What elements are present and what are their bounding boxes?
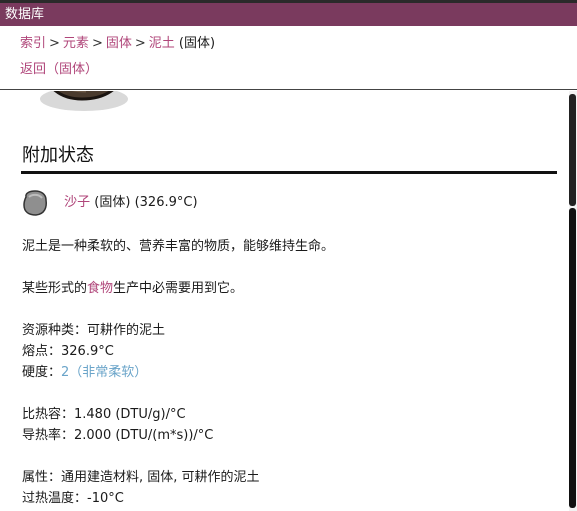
breadcrumb-solids-link[interactable]: 固体	[106, 36, 132, 51]
section-divider	[21, 171, 557, 174]
scrollbar-upper[interactable]	[569, 94, 576, 206]
state-phase: (固体)	[94, 195, 131, 210]
dirt-element-image	[40, 91, 128, 111]
melting-point: 熔点：326.9°C	[22, 344, 114, 359]
breadcrumb-dirt-link[interactable]: 泥土	[149, 36, 175, 51]
specific-heat: 比热容：1.480 (DTU/g)/°C	[22, 407, 186, 422]
state-temperature: (326.9°C)	[134, 195, 198, 210]
breadcrumb-separator: >	[134, 36, 146, 51]
description-line-1: 泥土是一种柔软的、营养丰富的物质，能够维持生命。	[22, 239, 335, 254]
description-prefix: 某些形式的	[22, 281, 88, 296]
scrollbar-thumb[interactable]	[569, 208, 576, 508]
hardness-row: 硬度：2（非常柔软）	[22, 362, 147, 383]
state-row: 沙子 (固体) (326.9°C)	[22, 189, 198, 218]
food-link[interactable]: 食物	[87, 281, 113, 296]
breadcrumb-index-link[interactable]: 索引	[20, 36, 46, 51]
breadcrumb-current-suffix: (固体)	[178, 36, 216, 51]
description-suffix: 生产中必需要用到它。	[113, 281, 244, 296]
breadcrumb-separator: >	[91, 36, 103, 51]
sand-link[interactable]: 沙子	[64, 195, 90, 210]
overheat-temperature: 过热温度：-10°C	[22, 491, 124, 506]
sand-icon	[23, 190, 47, 216]
hardness-value: 2（非常柔软）	[61, 365, 148, 380]
resource-type: 资源种类：可耕作的泥土	[22, 323, 166, 338]
breadcrumb: 索引 > 元素 > 固体 > 泥土 (固体)	[20, 35, 215, 53]
back-link[interactable]: 返回（固体）	[20, 61, 98, 79]
section-title: 附加状态	[22, 145, 94, 166]
breadcrumb-separator: >	[49, 36, 60, 51]
breadcrumb-elements-link[interactable]: 元素	[63, 36, 89, 51]
description-line-2: 某些形式的食物生产中必需要用到它。	[22, 278, 243, 299]
hardness-label: 硬度：	[22, 365, 62, 380]
thermal-conductivity: 导热率：2.000 (DTU/(m*s))/°C	[22, 428, 214, 443]
window-title: 数据库	[5, 7, 45, 22]
navigation-header: 索引 > 元素 > 固体 > 泥土 (固体) 返回（固体）	[0, 26, 577, 90]
content-panel: 附加状态 沙子 (固体) (326.9°C) 泥土是一种柔软的、营养丰富的物质，…	[0, 91, 569, 511]
window-title-bar: 数据库	[0, 0, 577, 26]
attributes: 属性：通用建造材料, 固体, 可耕作的泥土	[22, 470, 260, 485]
